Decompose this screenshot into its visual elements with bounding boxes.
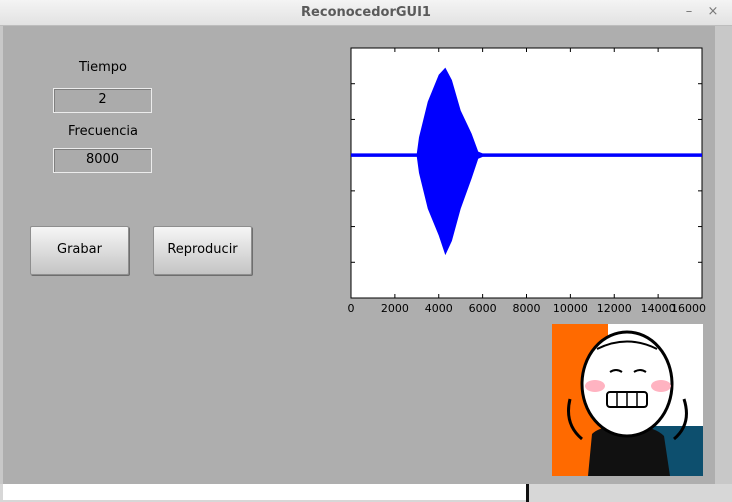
plot-area — [350, 47, 703, 299]
title-bar: ReconocedorGUI1 – × — [0, 0, 732, 26]
left-cheek — [585, 380, 605, 392]
close-button[interactable]: × — [706, 4, 720, 20]
figure-panel: Tiempo 2 Frecuencia 8000 Grabar Reproduc… — [3, 26, 715, 484]
cursor-caret — [526, 484, 529, 502]
tiempo-label: Tiempo — [78, 60, 128, 75]
window-title: ReconocedorGUI1 — [301, 5, 431, 20]
reproducir-button[interactable]: Reproducir — [153, 226, 252, 275]
x-tick-label: 8000 — [513, 302, 541, 315]
x-tick-label: 6000 — [469, 302, 497, 315]
meme-face-image — [552, 324, 703, 476]
x-tick-label: 0 — [348, 302, 355, 315]
waveform-plot: 0.60.40.20-0.2-0.4-0.6-0.8 0200040006000… — [348, 47, 706, 315]
command-area[interactable] — [3, 484, 526, 500]
minimize-button[interactable]: – — [682, 4, 696, 20]
x-tick-label: 4000 — [425, 302, 453, 315]
x-tick-label: 12000 — [597, 302, 632, 315]
right-cheek — [651, 380, 671, 392]
grabar-button[interactable]: Grabar — [30, 226, 129, 275]
x-tick-label: 16000 — [671, 302, 706, 315]
x-tick-label: 2000 — [381, 302, 409, 315]
x-tick-label: 10000 — [553, 302, 588, 315]
tiempo-field[interactable]: 2 — [53, 88, 152, 113]
status-bar — [0, 484, 732, 502]
frecuencia-label: Frecuencia — [68, 124, 138, 139]
frecuencia-field[interactable]: 8000 — [53, 148, 152, 173]
